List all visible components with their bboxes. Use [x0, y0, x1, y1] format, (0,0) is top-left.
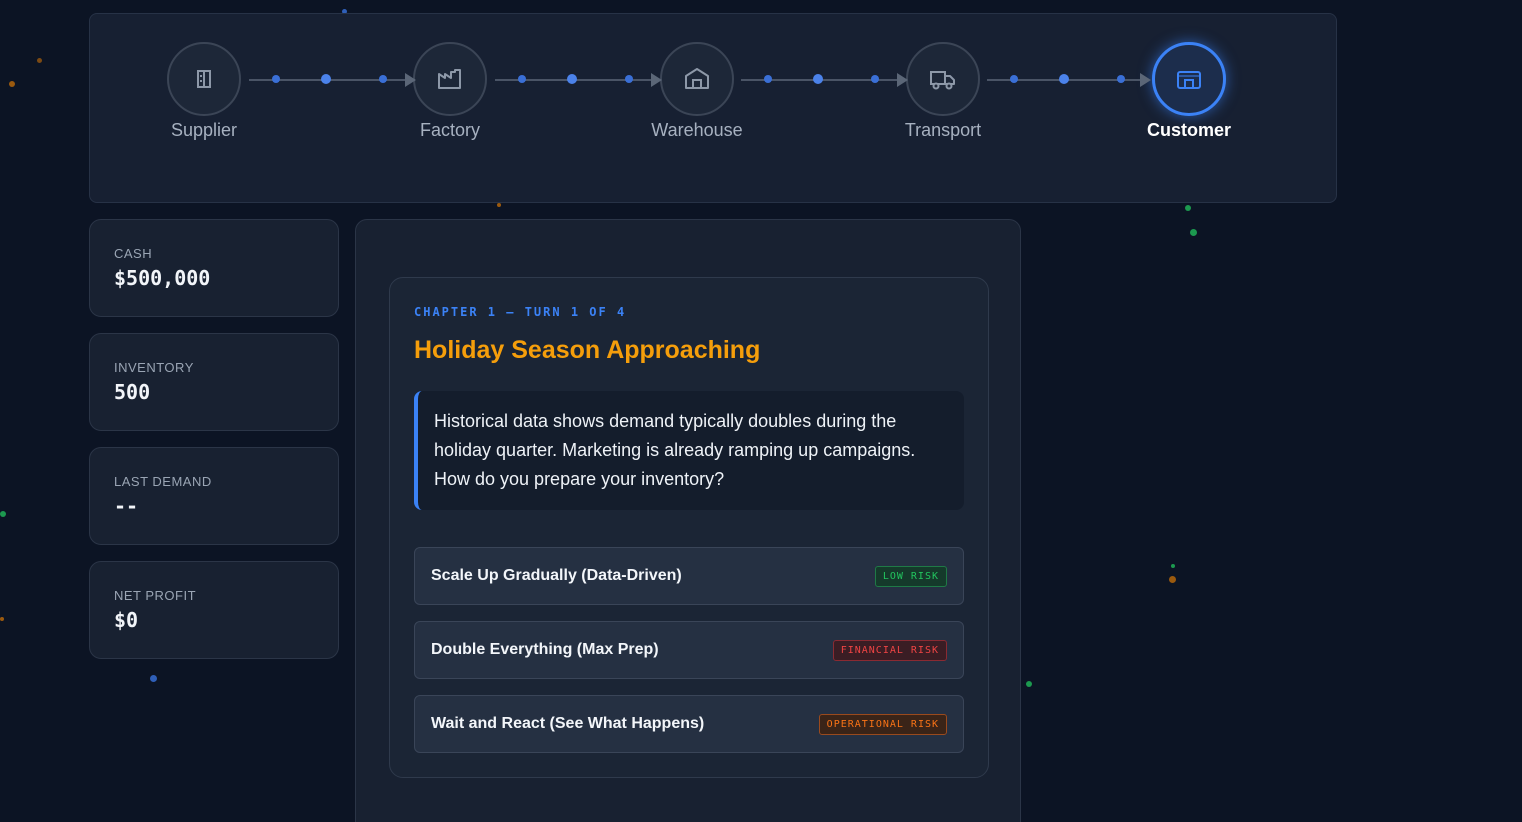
pipeline-node-warehouse[interactable]: Warehouse — [627, 42, 767, 141]
scenario-description: Historical data shows demand typically d… — [414, 391, 964, 510]
scenario-panel: CHAPTER 1 — TURN 1 OF 4 Holiday Season A… — [355, 219, 1021, 822]
option-label: Scale Up Gradually (Data-Driven) — [431, 567, 682, 584]
pipeline-node-customer[interactable]: Customer — [1119, 42, 1259, 141]
option-label: Double Everything (Max Prep) — [431, 641, 659, 658]
ambient-particle — [1169, 576, 1176, 583]
stat-label: INVENTORY — [114, 360, 194, 375]
option-button-double-everything[interactable]: Double Everything (Max Prep) FINANCIAL R… — [414, 621, 964, 679]
stat-label: LAST DEMAND — [114, 474, 212, 489]
stat-value: $500,000 — [114, 266, 211, 290]
pipeline-connector — [741, 73, 908, 87]
risk-badge: FINANCIAL RISK — [832, 639, 947, 661]
ambient-particle — [497, 203, 501, 207]
pipeline-node-label: Factory — [419, 120, 480, 140]
supply-chain-pipeline: Supplier Factory Warehouse Transport Cus… — [89, 13, 1337, 203]
ambient-particle — [150, 675, 157, 682]
option-label: Wait and React (See What Happens) — [431, 715, 705, 732]
pipeline-connector — [495, 73, 662, 87]
ambient-particle — [37, 58, 42, 63]
pipeline-connector — [249, 73, 416, 87]
factory-icon — [438, 69, 461, 89]
arrow-right-icon — [897, 73, 908, 87]
stat-card-last-demand: LAST DEMAND -- — [89, 447, 339, 545]
pipeline-node-factory[interactable]: Factory — [380, 42, 520, 141]
warehouse-icon — [685, 68, 709, 89]
building-icon — [197, 70, 211, 88]
stat-label: CASH — [114, 246, 153, 261]
arrow-right-icon — [651, 73, 662, 87]
pipeline-node-supplier[interactable]: Supplier — [134, 42, 274, 141]
pipeline-node-label: Warehouse — [651, 120, 743, 140]
stat-label: NET PROFIT — [114, 588, 197, 603]
pipeline-node-label: Customer — [1146, 120, 1231, 140]
stat-card-inventory: INVENTORY 500 — [89, 333, 339, 431]
ambient-particle — [1190, 229, 1197, 236]
pipeline-node-transport[interactable]: Transport — [873, 42, 1013, 141]
pipeline-node-label: Transport — [904, 120, 982, 140]
ambient-particle — [1185, 205, 1191, 211]
risk-badge: OPERATIONAL RISK — [818, 713, 947, 735]
ambient-particle — [1026, 681, 1032, 687]
stat-value: $0 — [114, 608, 139, 632]
truck-icon — [930, 71, 955, 90]
stat-card-net-profit: NET PROFIT $0 — [89, 561, 339, 659]
ambient-particle — [0, 617, 4, 621]
stat-value: -- — [114, 494, 139, 518]
scenario-card: CHAPTER 1 — TURN 1 OF 4 Holiday Season A… — [389, 277, 989, 778]
arrow-right-icon — [405, 73, 416, 87]
risk-badge: LOW RISK — [874, 565, 947, 587]
pipeline-node-label: Supplier — [170, 120, 238, 140]
stat-card-cash: CASH $500,000 — [89, 219, 339, 317]
option-button-wait-and-react[interactable]: Wait and React (See What Happens) OPERAT… — [414, 695, 964, 753]
ambient-particle — [9, 81, 15, 87]
ambient-particle — [0, 511, 6, 517]
storefront-icon — [1177, 71, 1201, 89]
chapter-turn-indicator: CHAPTER 1 — TURN 1 OF 4 — [414, 305, 627, 319]
stat-value: 500 — [114, 380, 151, 404]
scenario-title: Holiday Season Approaching — [414, 336, 761, 364]
pipeline-connector — [987, 73, 1151, 87]
arrow-right-icon — [1140, 73, 1151, 87]
ambient-particle — [1171, 564, 1175, 568]
option-button-scale-up[interactable]: Scale Up Gradually (Data-Driven) LOW RIS… — [414, 547, 964, 605]
